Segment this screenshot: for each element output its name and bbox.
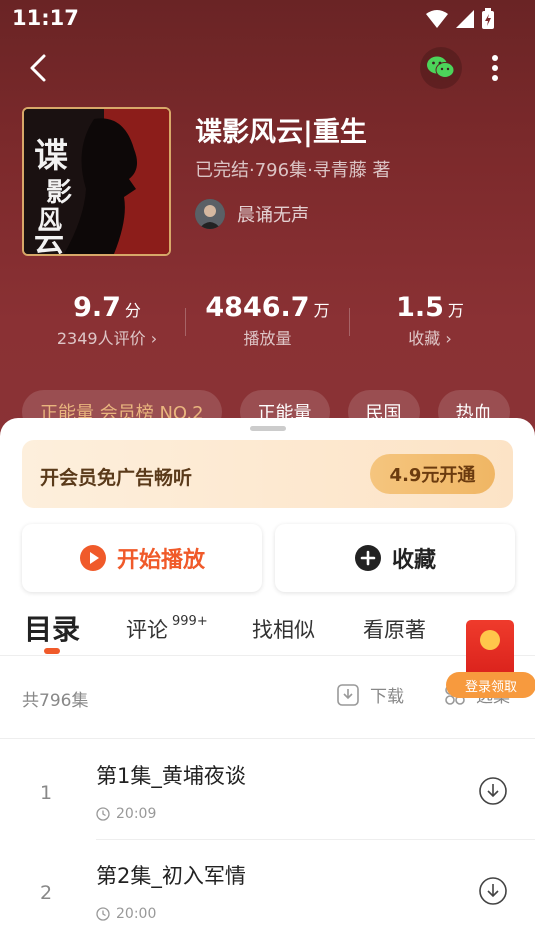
stat-label: 播放量 bbox=[243, 329, 292, 348]
download-button[interactable]: 下载 bbox=[336, 682, 404, 707]
stat-plays: 4846.7 万 播放量 bbox=[200, 292, 335, 349]
tab-similar[interactable]: 找相似 bbox=[252, 614, 315, 644]
play-icon bbox=[79, 545, 106, 571]
stat-favorites[interactable]: 1.5 万 收藏 › bbox=[375, 292, 485, 349]
plus-circle-icon bbox=[354, 545, 381, 571]
status-time: 11:17 bbox=[12, 6, 79, 30]
wechat-icon bbox=[427, 56, 455, 78]
cover-art: 谍 影 风 云 bbox=[24, 109, 169, 254]
svg-text:云: 云 bbox=[34, 224, 64, 254]
vip-text: 开会员免广告畅听 bbox=[40, 467, 193, 489]
episode-row[interactable]: 2 第2集_初入军情 20:00 bbox=[0, 840, 535, 940]
svg-text:谍: 谍 bbox=[34, 136, 68, 176]
episode-row[interactable]: 1 第1集_黄埔夜谈 20:09 bbox=[0, 740, 535, 840]
status-bar: 11:17 bbox=[0, 0, 535, 36]
play-button[interactable]: 开始播放 bbox=[22, 524, 262, 592]
chevron-right-icon: › bbox=[150, 329, 158, 348]
bottom-sheet: 开会员免广告畅听 4.9元开通 开始播放 收藏 目录 评论 999+ 找相似 看原… bbox=[0, 418, 535, 951]
clock-icon bbox=[96, 907, 110, 921]
stat-label: 2349人评价 bbox=[56, 329, 146, 348]
episode-title: 第2集_初入军情 bbox=[96, 864, 246, 888]
narrator-name: 晨诵无声 bbox=[237, 205, 309, 226]
download-label: 下载 bbox=[370, 687, 404, 707]
back-arrow-icon[interactable] bbox=[22, 50, 58, 86]
download-circle-icon[interactable] bbox=[478, 876, 508, 906]
divider bbox=[0, 738, 535, 739]
battery-icon bbox=[482, 8, 494, 29]
tab-comments[interactable]: 评论 999+ bbox=[126, 614, 208, 644]
narrator-row[interactable]: 晨诵无声 bbox=[195, 199, 309, 229]
wechat-share-button[interactable] bbox=[420, 47, 462, 89]
comment-count-badge: 999+ bbox=[172, 614, 208, 629]
vip-open-button[interactable]: 4.9元开通 bbox=[370, 454, 495, 494]
download-circle-icon[interactable] bbox=[478, 776, 508, 806]
stats-row: 9.7 分 2349人评价 › 4846.7 万 播放量 1.5 万 收藏 › bbox=[0, 292, 535, 362]
book-cover[interactable]: 谍 影 风 云 bbox=[22, 107, 171, 256]
tab-catalog[interactable]: 目录 bbox=[24, 608, 80, 648]
active-tab-indicator bbox=[44, 648, 60, 654]
episode-count: 共796集 bbox=[22, 691, 89, 711]
chevron-right-icon: › bbox=[445, 329, 452, 348]
episode-index: 1 bbox=[40, 782, 53, 804]
stat-value: 9.7 bbox=[73, 292, 121, 323]
narrator-avatar bbox=[195, 199, 225, 229]
episode-title: 第1集_黄埔夜谈 bbox=[96, 764, 246, 788]
episode-duration: 20:00 bbox=[116, 906, 157, 922]
favorite-button[interactable]: 收藏 bbox=[275, 524, 515, 592]
more-menu-icon[interactable] bbox=[482, 50, 508, 86]
episode-duration: 20:09 bbox=[116, 806, 157, 822]
play-label: 开始播放 bbox=[116, 548, 205, 573]
favorite-label: 收藏 bbox=[391, 548, 436, 573]
redpacket-label: 登录领取 bbox=[446, 672, 535, 698]
signal-icon bbox=[456, 10, 474, 28]
vip-banner[interactable]: 开会员免广告畅听 4.9元开通 bbox=[22, 440, 513, 508]
drag-handle[interactable] bbox=[250, 426, 286, 431]
tab-label: 评论 bbox=[126, 618, 168, 642]
stat-unit: 万 bbox=[313, 301, 330, 320]
episode-index: 2 bbox=[40, 882, 53, 904]
stat-rating[interactable]: 9.7 分 2349人评价 › bbox=[42, 292, 172, 349]
tab-original[interactable]: 看原著 bbox=[363, 614, 426, 644]
download-icon bbox=[337, 683, 359, 706]
book-meta: 已完结·796集·寻青藤 著 bbox=[195, 160, 391, 181]
wifi-icon bbox=[426, 10, 448, 28]
stat-value: 1.5 bbox=[396, 292, 444, 323]
divider bbox=[185, 308, 186, 336]
book-title: 谍影风云|重生 bbox=[195, 117, 367, 148]
coin-icon bbox=[480, 630, 500, 650]
stat-value: 4846.7 bbox=[205, 292, 310, 323]
stat-label: 收藏 bbox=[408, 329, 441, 348]
divider bbox=[349, 308, 350, 336]
stat-unit: 分 bbox=[124, 301, 141, 320]
login-reward-redpacket[interactable]: 登录领取 bbox=[446, 620, 535, 698]
clock-icon bbox=[96, 807, 110, 821]
stat-unit: 万 bbox=[447, 301, 464, 320]
